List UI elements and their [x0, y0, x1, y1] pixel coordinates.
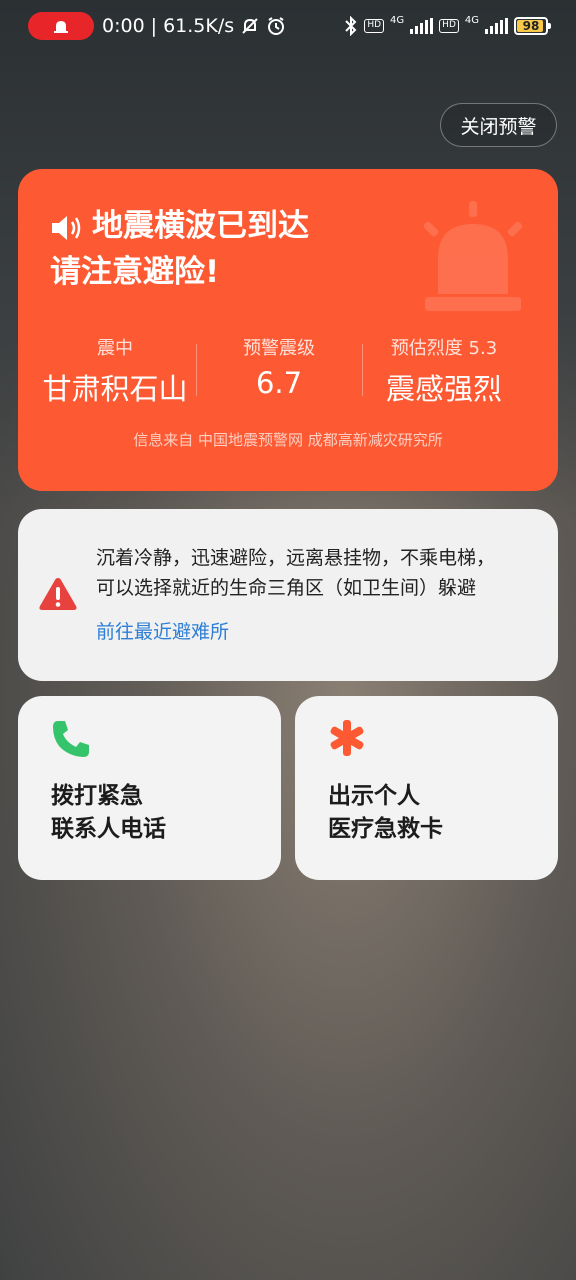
phone-icon — [53, 721, 89, 757]
status-bar: 0:00 | 61.5K/s HD 4G HD 4G 98 — [0, 8, 576, 44]
alarm-icon — [54, 21, 68, 33]
alert-title-line1: 地震横波已到达 — [92, 208, 309, 244]
hd-badge-2: HD — [439, 19, 459, 33]
stat-divider-1 — [196, 344, 197, 396]
alert-title: 地震横波已到达 请注意避险! — [50, 203, 309, 295]
epicenter-label: 震中 — [97, 338, 133, 359]
status-time: 0:00 — [102, 15, 145, 37]
battery-indicator: 98 — [514, 17, 551, 35]
advice-line2: 可以选择就近的生命三角区（如卫生间）躲避 — [96, 577, 477, 599]
epicenter-value: 甘肃积石山 — [42, 372, 188, 406]
network-type-2: 4G — [464, 14, 479, 26]
signal-bars-2 — [485, 18, 508, 34]
stat-divider-2 — [362, 344, 363, 396]
epicenter-stat: 震中 甘肃积石山 — [32, 334, 198, 408]
magnitude-stat: 预警震级 6.7 — [198, 334, 360, 400]
status-net-speed: 61.5K/s — [163, 15, 235, 37]
show-medical-card-button[interactable]: 出示个人 医疗急救卡 — [295, 696, 558, 880]
call-emergency-contact-label: 拨打紧急 联系人电话 — [51, 783, 166, 842]
advice-line1: 沉着冷静，迅速避险，远离悬挂物，不乘电梯， — [96, 547, 496, 569]
close-alert-button[interactable]: 关闭预警 — [440, 103, 557, 147]
alert-source: 信息来自 中国地震预警网 成都高新减灾研究所 — [133, 431, 443, 449]
alert-stats: 震中 甘肃积石山 预警震级 6.7 预估烈度 5.3 震感强烈 — [18, 334, 558, 406]
mute-bell-icon — [242, 18, 258, 34]
alert-title-line2: 请注意避险! — [50, 254, 220, 290]
show-medical-card-label: 出示个人 医疗急救卡 — [328, 783, 443, 842]
safety-advice-text: 沉着冷静，迅速避险，远离悬挂物，不乘电梯， 可以选择就近的生命三角区（如卫生间）… — [96, 543, 495, 603]
signal-bars-1 — [410, 18, 434, 34]
intensity-stat: 预估烈度 5.3 震感强烈 — [364, 334, 524, 408]
status-separator: | — [150, 15, 158, 37]
network-type-1: 4G — [390, 14, 405, 26]
nearest-shelter-link[interactable]: 前往最近避难所 — [96, 617, 229, 644]
magnitude-label: 预警震级 — [243, 338, 315, 359]
earthquake-alert-card: 地震横波已到达 请注意避险! 震中 甘肃积石山 预警震级 6.7 预估烈度 5.… — [18, 169, 558, 491]
warning-icon — [39, 578, 77, 610]
asterisk-icon — [330, 720, 364, 756]
hd-badge-1: HD — [364, 19, 385, 33]
intensity-label: 预估烈度 5.3 — [390, 338, 498, 359]
alarm-indicator[interactable] — [28, 12, 94, 40]
magnitude-value: 6.7 — [255, 366, 303, 400]
safety-advice-card: 沉着冷静，迅速避险，远离悬挂物，不乘电梯， 可以选择就近的生命三角区（如卫生间）… — [18, 509, 558, 681]
intensity-value: 震感强烈 — [385, 372, 502, 406]
bluetooth-icon — [345, 16, 357, 36]
speaker-icon — [52, 215, 81, 240]
siren-icon — [423, 201, 523, 311]
clock-icon — [268, 17, 285, 35]
call-emergency-contact-button[interactable]: 拨打紧急 联系人电话 — [18, 696, 281, 880]
battery-level: 98 — [522, 19, 540, 33]
